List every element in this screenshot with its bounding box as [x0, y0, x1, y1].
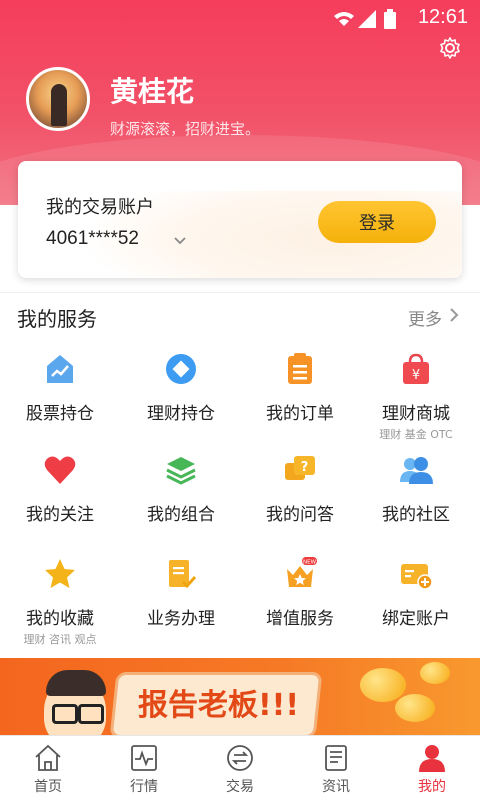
service-community[interactable]: 我的社区: [356, 453, 476, 525]
banner-title: 报告老板!!!: [138, 688, 300, 723]
community-icon: [400, 457, 433, 484]
market-icon: [131, 745, 157, 771]
promo-banner[interactable]: 报告老板!!!: [0, 658, 480, 736]
tab-trade[interactable]: 交易: [192, 736, 288, 800]
tab-home[interactable]: 首页: [0, 736, 96, 800]
wealth-mall-icon: ¥: [403, 353, 429, 384]
service-label: 我的组合: [147, 505, 215, 525]
service-label: 股票持仓: [26, 404, 94, 424]
user-name: 黄桂花: [110, 75, 195, 108]
account-label: 我的交易账户: [46, 197, 154, 218]
tab-label: 行情: [130, 779, 158, 795]
tab-label: 我的: [418, 779, 446, 795]
services-more-link[interactable]: 更多: [408, 305, 442, 330]
battery-icon: [384, 9, 396, 29]
chevron-right-icon[interactable]: [448, 307, 460, 323]
clock: 12:61: [417, 6, 468, 28]
service-label: 我的问答: [266, 505, 334, 525]
cartoon-glasses: [52, 704, 78, 724]
cartoon-hair: [46, 670, 106, 696]
status-icons: [332, 8, 402, 34]
heart-icon: [44, 456, 76, 484]
avatar-silhouette: [51, 84, 67, 126]
star-icon: [45, 559, 75, 588]
home-icon: [35, 744, 61, 771]
service-sublabel: 理财 基金 OTC: [379, 428, 453, 441]
service-label: 我的收藏: [26, 609, 94, 629]
tab-profile[interactable]: 我的: [384, 736, 480, 800]
service-orders[interactable]: 我的订单: [240, 352, 360, 424]
qa-icon: ?: [285, 456, 315, 480]
trading-account-card: 我的交易账户 4061****52 登录: [18, 161, 462, 278]
coin-decoration: [360, 668, 406, 702]
portfolio-icon: [166, 457, 196, 485]
service-label: 增值服务: [266, 609, 334, 629]
services-title: 我的服务: [17, 307, 97, 331]
business-icon: [169, 560, 197, 589]
service-follow[interactable]: 我的关注: [0, 453, 120, 525]
service-label: 我的社区: [382, 505, 450, 525]
service-label: 理财持仓: [147, 404, 215, 424]
service-label: 业务办理: [147, 609, 215, 629]
coin-decoration: [420, 662, 450, 684]
tab-market[interactable]: 行情: [96, 736, 192, 800]
new-badge: NEW: [303, 560, 317, 566]
service-wealth-mall[interactable]: ¥ 理财商城 理财 基金 OTC: [356, 352, 476, 442]
user-slogan: 财源滚滚，招财进宝。: [110, 120, 261, 138]
signal-icon: [358, 10, 376, 28]
bind-account-icon: [401, 564, 433, 590]
service-stock-holdings[interactable]: 股票持仓: [0, 352, 120, 424]
svg-text:?: ?: [301, 460, 309, 475]
service-portfolio[interactable]: 我的组合: [121, 453, 241, 525]
profile-icon: [419, 745, 445, 772]
service-favorites[interactable]: 我的收藏 理财 咨讯 观点: [0, 557, 120, 647]
cartoon-glasses: [78, 704, 104, 724]
chevron-down-icon[interactable]: [174, 235, 186, 247]
wifi-icon: [334, 12, 354, 26]
bottom-tab-bar: 首页 行情 交易 资讯 我的: [0, 735, 480, 800]
tab-label: 交易: [226, 779, 254, 795]
service-label: 绑定账户: [382, 609, 450, 629]
status-bar: 12:61: [0, 0, 480, 34]
service-label: 我的关注: [26, 505, 94, 525]
coin-decoration: [395, 694, 435, 722]
service-wealth-holdings[interactable]: 理财持仓: [121, 352, 241, 424]
svg-text:¥: ¥: [412, 368, 420, 383]
tab-label: 资讯: [322, 779, 350, 795]
trade-icon: [227, 745, 253, 771]
service-label: 理财商城: [382, 404, 450, 424]
avatar[interactable]: [26, 67, 90, 131]
orders-icon: [288, 353, 312, 384]
stock-holdings-icon: [47, 355, 73, 383]
login-button[interactable]: 登录: [318, 201, 436, 243]
gear-icon[interactable]: [438, 36, 462, 60]
service-business[interactable]: 业务办理: [121, 557, 241, 629]
service-qa[interactable]: ? 我的问答: [240, 453, 360, 525]
section-divider: [0, 292, 480, 293]
service-sublabel: 理财 咨讯 观点: [23, 633, 97, 646]
service-bind-account[interactable]: 绑定账户: [356, 557, 476, 629]
vip-service-icon: NEW: [287, 557, 317, 587]
wealth-holdings-icon: [166, 354, 196, 384]
tab-news[interactable]: 资讯: [288, 736, 384, 800]
service-label: 我的订单: [266, 404, 334, 424]
tab-label: 首页: [34, 779, 62, 795]
service-vip[interactable]: NEW 增值服务: [240, 557, 360, 629]
account-number[interactable]: 4061****52: [46, 228, 139, 250]
news-icon: [325, 745, 347, 771]
